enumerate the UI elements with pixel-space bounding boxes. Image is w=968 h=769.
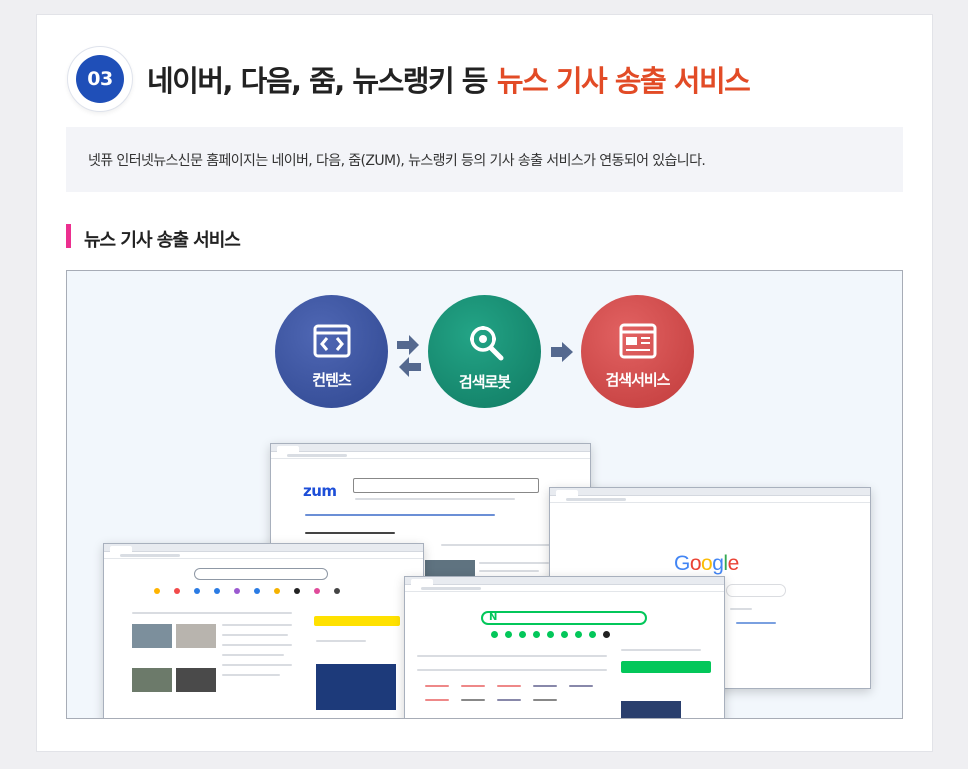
browser-address-bar — [271, 452, 590, 459]
code-window-icon — [313, 324, 350, 358]
right-arrow-icon — [551, 342, 573, 362]
browser-tab-bar — [104, 544, 423, 552]
search-box-graphic — [194, 568, 328, 580]
section-accent-bar — [66, 224, 71, 248]
flow-step-search-service: 검색서비스 — [581, 295, 694, 408]
page-title: 네이버, 다음, 줌, 뉴스랭키 등 뉴스 기사 송출 서비스 — [147, 58, 751, 100]
description-box: 넷퓨 인터넷뉴스신문 홈페이지는 네이버, 다음, 줌(ZUM), 뉴스랭키 등… — [66, 127, 903, 192]
description-text: 넷퓨 인터넷뉴스신문 홈페이지는 네이버, 다음, 줌(ZUM), 뉴스랭키 등… — [88, 153, 706, 169]
browser-tab-bar — [271, 444, 590, 452]
service-diagram: 컨텐츠 검색로봇 검색서비스 zum Google N — [66, 270, 903, 719]
zum-logo: zum — [303, 482, 337, 500]
section-number: 03 — [76, 55, 124, 103]
browser-address-bar — [405, 585, 724, 592]
flow-step-label: 컨텐츠 — [312, 371, 351, 389]
browser-tab-bar — [405, 577, 724, 585]
browser-address-bar — [104, 552, 423, 559]
page-title-highlight: 뉴스 기사 송출 서비스 — [496, 64, 751, 98]
flow-step-contents: 컨텐츠 — [275, 295, 388, 408]
google-logo: Google — [674, 552, 739, 575]
search-box-graphic — [353, 478, 539, 493]
flow-step-label: 검색서비스 — [605, 371, 670, 389]
search-box-graphic — [726, 584, 786, 597]
daum-portal-screenshot — [103, 543, 424, 718]
bidirectional-arrow-icon — [397, 335, 421, 377]
page-title-main: 네이버, 다음, 줌, 뉴스랭키 등 — [147, 64, 488, 98]
naver-portal-screenshot: N — [404, 576, 725, 718]
browser-tab-bar — [550, 488, 870, 496]
section-subtitle: 뉴스 기사 송출 서비스 — [84, 230, 241, 251]
flow-step-label: 검색로봇 — [458, 373, 511, 391]
naver-logo: N — [489, 612, 498, 623]
flow-step-search-robot: 검색로봇 — [428, 295, 541, 408]
browser-address-bar — [550, 496, 870, 503]
section-number-badge: 03 — [67, 46, 133, 112]
search-box-graphic — [481, 611, 647, 625]
web-page-icon — [619, 323, 656, 359]
search-gear-icon — [469, 326, 503, 361]
